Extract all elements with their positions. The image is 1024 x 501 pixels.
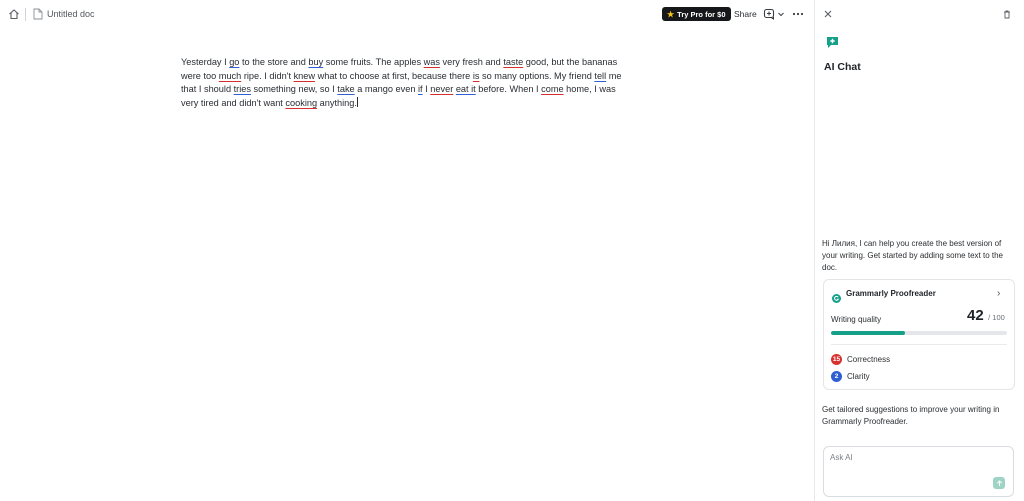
correctness-suggestion[interactable]: was (424, 57, 440, 67)
clarity-suggestion[interactable]: buy (308, 57, 323, 67)
document-area: Untitled doc ★ Try Pro for $0 Share Yest… (0, 0, 814, 501)
try-pro-button[interactable]: ★ Try Pro for $0 (662, 7, 731, 21)
chevron-right-icon[interactable]: › (997, 288, 1000, 299)
share-button[interactable]: Share (734, 8, 757, 20)
correctness-suggestion[interactable]: come (541, 84, 563, 94)
card-divider (831, 344, 1007, 345)
correctness-metric[interactable]: 15 Correctness (831, 354, 890, 365)
score-max: / 100 (988, 313, 1005, 322)
clarity-label: Clarity (847, 372, 870, 381)
text-run: Yesterday I (181, 57, 230, 67)
clarity-suggestion[interactable]: tell (594, 71, 606, 81)
close-icon[interactable] (823, 6, 833, 18)
writing-quality-label: Writing quality (831, 315, 882, 324)
document-body[interactable]: Yesterday I go to the store and buy some… (181, 56, 627, 110)
correctness-badge: 15 (831, 354, 842, 365)
document-icon (33, 8, 43, 20)
toolbar-divider (25, 8, 26, 21)
proofreader-name: Grammarly Proofreader (846, 289, 936, 298)
clarity-suggestion[interactable]: tries (234, 84, 251, 94)
text-run: very fresh and (439, 57, 504, 67)
try-pro-label: Try Pro for $0 (677, 9, 726, 19)
star-icon: ★ (667, 9, 675, 19)
correctness-suggestion[interactable]: cooking (285, 98, 317, 108)
writing-quality-progress (831, 331, 1007, 335)
text-run: ripe. I didn't (241, 70, 294, 81)
progress-fill (831, 331, 905, 335)
correctness-suggestion[interactable]: never (430, 84, 453, 94)
correctness-suggestion[interactable]: knew (294, 71, 315, 81)
clarity-suggestion[interactable]: eat it (456, 84, 476, 94)
clarity-suggestion[interactable]: go (229, 57, 239, 67)
ai-chat-logo-icon (826, 36, 839, 49)
document-title[interactable]: Untitled doc (47, 8, 95, 20)
correctness-suggestion[interactable]: taste (503, 57, 523, 67)
text-run: a mango even (354, 84, 418, 94)
greeting-message: Hi Лилия, I can help you create the best… (822, 239, 1003, 272)
clarity-metric[interactable]: 2 Clarity (831, 371, 870, 382)
more-options-icon[interactable] (792, 8, 804, 20)
top-toolbar: Untitled doc ★ Try Pro for $0 Share (0, 0, 814, 28)
trash-icon[interactable] (1002, 6, 1012, 19)
text-run: what to choose at first, because there (315, 70, 473, 81)
ask-ai-box[interactable] (823, 446, 1014, 497)
arrow-up-icon (996, 479, 1002, 486)
chevron-down-icon[interactable] (777, 8, 785, 20)
correctness-suggestion[interactable]: much (219, 71, 241, 81)
text-run: to the store and (239, 57, 309, 67)
panel-title: AI Chat (824, 61, 861, 73)
score-value: 42 (967, 307, 984, 324)
ai-chat-panel: AI Chat Hi Лилия, I can help you create … (814, 0, 1024, 501)
home-icon[interactable] (8, 8, 20, 20)
text-caret (356, 96, 358, 107)
text-run: so many options. My friend (479, 70, 595, 81)
text-run: anything. (317, 97, 357, 108)
clarity-suggestion[interactable]: take (337, 84, 354, 94)
ask-ai-input[interactable] (830, 453, 980, 462)
correctness-label: Correctness (847, 355, 891, 364)
tailored-suggestions-text: Get tailored suggestions to improve your… (822, 405, 1000, 426)
send-button[interactable] (993, 477, 1005, 489)
grammarly-logo-icon (832, 290, 841, 303)
text-run: before. When I (475, 84, 542, 94)
text-run: something new, so I (250, 84, 338, 94)
ai-chat-icon[interactable] (763, 8, 776, 20)
score-display: 42 / 100 (967, 307, 1005, 325)
clarity-badge: 2 (831, 371, 842, 382)
proofreader-card[interactable]: Grammarly Proofreader › Writing quality … (823, 279, 1015, 390)
text-run: some fruits. The apples (323, 57, 424, 67)
